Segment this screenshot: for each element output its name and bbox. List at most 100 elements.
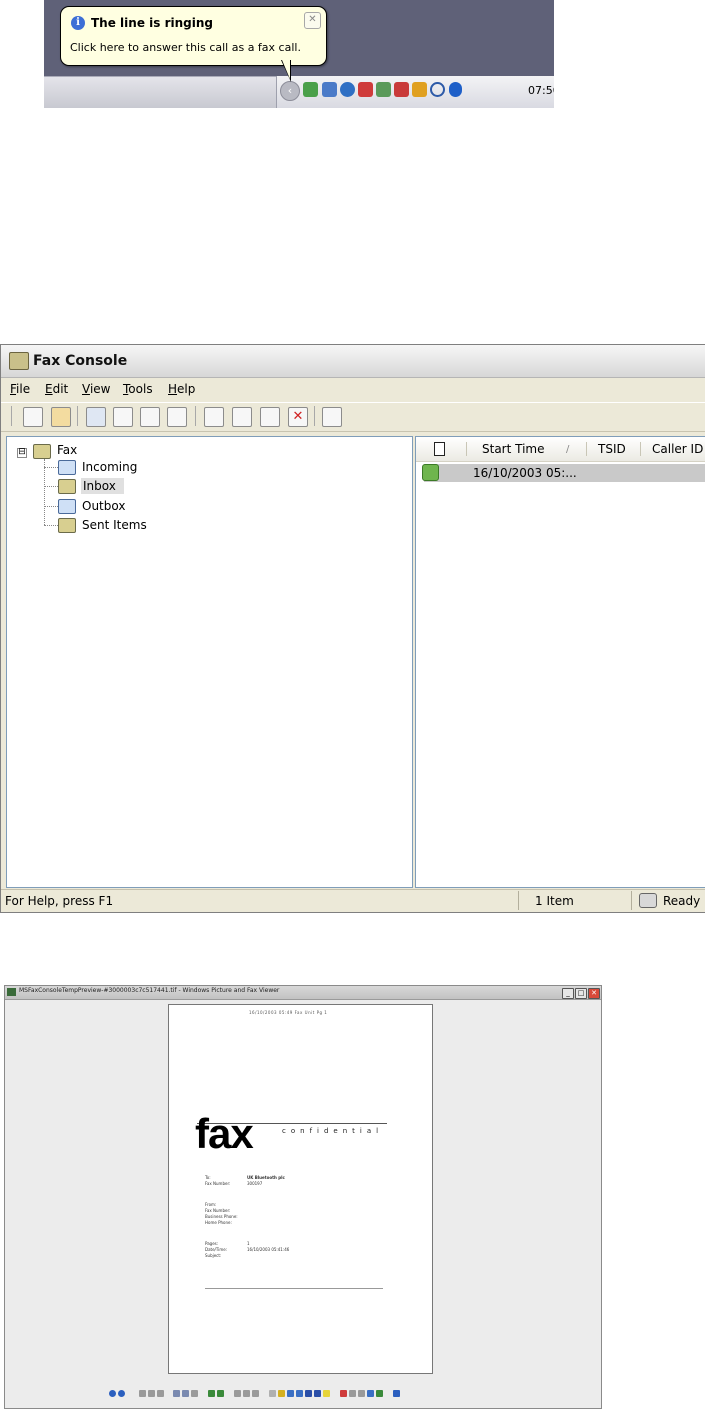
status-count: 1 Item [535,894,574,908]
menu-edit[interactable]: Edit [45,382,68,396]
pages-label: Pages: [205,1241,219,1246]
zoom-in-icon[interactable] [173,1390,180,1397]
save-as-button[interactable] [167,407,187,427]
menu-tools[interactable]: Tools [123,382,153,396]
document-icon[interactable] [434,442,445,456]
tree-item-outbox[interactable]: Outbox [82,499,125,513]
page-previous-icon[interactable] [234,1390,241,1397]
tree-item-fax[interactable]: Fax [57,443,77,457]
tree-line [44,459,45,525]
view-fax-button[interactable] [86,407,106,427]
security-icon[interactable] [394,82,409,97]
tree-item-sent-items[interactable]: Sent Items [82,518,147,532]
menu-help[interactable]: Help [168,382,195,396]
info-icon: i [71,16,85,30]
minimize-button[interactable]: _ [562,988,574,999]
close-button[interactable]: ✕ [588,988,600,999]
clock: 07:50 [528,84,554,97]
toolbar-separator [195,406,196,426]
page-number-icon[interactable] [243,1390,250,1397]
connection-icon[interactable] [376,82,391,97]
tree-line [44,467,58,468]
column-separator [466,442,467,456]
date-label: Date/Time: [205,1247,228,1252]
delete-button[interactable]: ✕ [288,407,308,427]
zoom-out-icon[interactable] [182,1390,189,1397]
search-icon[interactable] [430,82,445,97]
note-icon[interactable] [323,1390,330,1397]
next-image-icon[interactable] [118,1390,125,1397]
app-icon[interactable] [412,82,427,97]
previous-image-icon[interactable] [109,1390,116,1397]
menu-view[interactable]: View [82,382,110,396]
tree-line [44,525,58,526]
new-fax-button[interactable] [23,407,43,427]
save-icon[interactable] [367,1390,374,1397]
actual-size-icon[interactable] [148,1390,155,1397]
help-icon[interactable] [393,1390,400,1397]
receive-now-button[interactable] [51,407,71,427]
column-tsid[interactable]: TSID [598,442,626,456]
balloon-message[interactable]: Click here to answer this call as a fax … [70,41,301,54]
rotate-counterclockwise-icon[interactable] [217,1390,224,1397]
text-icon[interactable] [314,1390,321,1397]
window-title: Fax Console [33,353,128,369]
business-phone-label: Business Phone: [205,1214,238,1219]
best-fit-icon[interactable] [139,1390,146,1397]
mail-to-button[interactable] [204,407,224,427]
pen-icon[interactable] [278,1390,285,1397]
pause-button[interactable] [232,407,252,427]
globe-icon[interactable] [340,82,355,97]
to-value: UK Bluetooth plc [247,1175,285,1180]
delete-icon[interactable] [340,1390,347,1397]
column-separator [586,442,587,456]
column-start-time[interactable]: Start Time [482,442,545,456]
rotate-clockwise-icon[interactable] [208,1390,215,1397]
bluetooth-icon[interactable] [449,82,462,97]
viewer-title-bar[interactable]: MSFaxConsoleTempPreview-#3000003c7c51744… [5,986,601,1000]
column-separator [640,442,641,456]
home-phone-label: Home Phone: [205,1220,232,1225]
toolbar-grip [11,406,12,426]
fax-tray-icon[interactable] [303,82,318,97]
menu-file[interactable]: File [10,382,30,396]
pointer-icon[interactable] [269,1390,276,1397]
tray-expand-chevron-icon[interactable]: ‹ [280,81,300,101]
sender-fax-label: Fax Number: [205,1208,231,1213]
notification-balloon[interactable]: i The line is ringing Click here to answ… [60,6,327,66]
fax-heading: fax [195,1110,254,1157]
close-icon[interactable]: ✕ [304,12,321,29]
folder-tree: ⊟ Fax Incoming Inbox Outbox Sent Items [6,436,413,888]
tree-item-incoming[interactable]: Incoming [82,460,137,474]
filled-rectangle-icon[interactable] [305,1390,312,1397]
line-icon[interactable] [287,1390,294,1397]
fax-list: Start Time / TSID Caller ID 16/10/2003 0… [415,436,705,888]
copy-to-icon[interactable] [358,1390,365,1397]
maximize-button[interactable]: □ [575,988,587,999]
rectangle-icon[interactable] [296,1390,303,1397]
print-icon[interactable] [349,1390,356,1397]
fax-app-icon [9,352,29,370]
edit-icon[interactable] [376,1390,383,1397]
title-bar[interactable]: Fax Console [1,345,705,378]
collapse-icon[interactable]: ⊟ [17,448,27,458]
resume-button[interactable] [260,407,280,427]
tray-notification-screenshot: ‹ 07:50 i The line is ringing Click here… [44,0,554,108]
print-button[interactable] [113,407,133,427]
copy-button[interactable] [140,407,160,427]
network-icon[interactable] [322,82,337,97]
viewer-toolbar [5,1382,601,1406]
tree-line [44,486,58,487]
to-label: To: [205,1175,211,1180]
slideshow-icon[interactable] [157,1390,164,1397]
received-fax-icon [422,464,439,481]
sort-arrow-icon: / [566,444,570,455]
column-caller-id[interactable]: Caller ID [652,442,703,456]
page-next-icon[interactable] [252,1390,259,1397]
tree-item-inbox[interactable]: Inbox [83,479,116,493]
hand-icon[interactable] [191,1390,198,1397]
security-icon[interactable] [358,82,373,97]
divider [205,1288,383,1289]
confidential-label: confidential [282,1127,384,1135]
properties-button[interactable] [322,407,342,427]
